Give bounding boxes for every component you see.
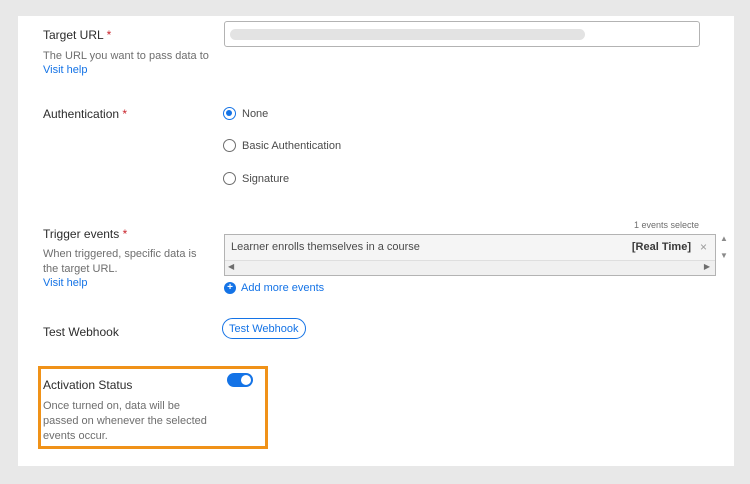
scroll-up-icon[interactable]: ▲ — [720, 234, 728, 243]
auth-option-none-label: None — [242, 107, 269, 120]
add-more-events-button[interactable]: + Add more events — [224, 282, 324, 294]
test-webhook-label: Test Webhook — [43, 325, 119, 339]
events-selected-count: 1 events selecte — [634, 220, 700, 230]
event-name: Learner enrolls themselves in a course — [231, 241, 420, 253]
authentication-label: Authentication * — [43, 107, 127, 121]
add-more-events-label: Add more events — [241, 282, 325, 294]
trigger-events-description: When triggered, specific data is the tar… — [43, 248, 197, 275]
trigger-events-label: Trigger events * — [43, 227, 127, 241]
auth-option-basic-label: Basic Authentication — [242, 139, 342, 152]
target-url-label-text: Target URL — [43, 28, 104, 42]
auth-option-signature-label: Signature — [242, 172, 290, 185]
activation-status-description: Once turned on, data will be passed on w… — [43, 400, 207, 442]
radio-unselected-icon[interactable] — [223, 139, 236, 152]
activation-status-label: Activation Status — [43, 378, 133, 392]
radio-unselected-icon[interactable] — [223, 172, 236, 185]
event-item: Learner enrolls themselves in a course [… — [225, 235, 715, 259]
scroll-left-icon[interactable]: ◀ — [228, 262, 234, 271]
target-url-help-link[interactable]: Visit help — [43, 64, 87, 76]
scroll-down-icon[interactable]: ▼ — [720, 251, 728, 260]
target-url-input[interactable] — [224, 21, 700, 47]
toggle-knob — [241, 375, 251, 385]
scroll-right-icon[interactable]: ▶ — [704, 262, 710, 271]
trigger-events-label-text: Trigger events — [43, 227, 120, 241]
required-mark: * — [122, 227, 128, 241]
auth-option-none[interactable]: None — [223, 107, 268, 120]
auth-option-basic[interactable]: Basic Authentication — [223, 139, 341, 152]
plus-icon: + — [224, 282, 236, 294]
horizontal-scrollbar[interactable]: ◀ ▶ — [225, 260, 715, 275]
authentication-label-text: Authentication — [43, 107, 120, 121]
test-webhook-button[interactable]: Test Webhook — [222, 318, 306, 339]
url-value-redacted — [230, 29, 585, 40]
event-realtime-tag: [Real Time] — [631, 241, 691, 253]
target-url-label: Target URL * — [43, 28, 111, 42]
radio-selected-icon[interactable] — [223, 107, 236, 120]
trigger-events-help-link[interactable]: Visit help — [43, 277, 87, 289]
required-mark: * — [122, 107, 128, 121]
remove-event-icon[interactable]: × — [700, 240, 707, 254]
vertical-scrollbar[interactable]: ▲ ▼ — [718, 234, 730, 260]
trigger-events-list: Learner enrolls themselves in a course [… — [224, 234, 716, 276]
auth-option-signature[interactable]: Signature — [223, 172, 289, 185]
required-mark: * — [106, 28, 112, 42]
activation-toggle[interactable] — [227, 373, 253, 387]
target-url-description: The URL you want to pass data to — [43, 50, 209, 62]
